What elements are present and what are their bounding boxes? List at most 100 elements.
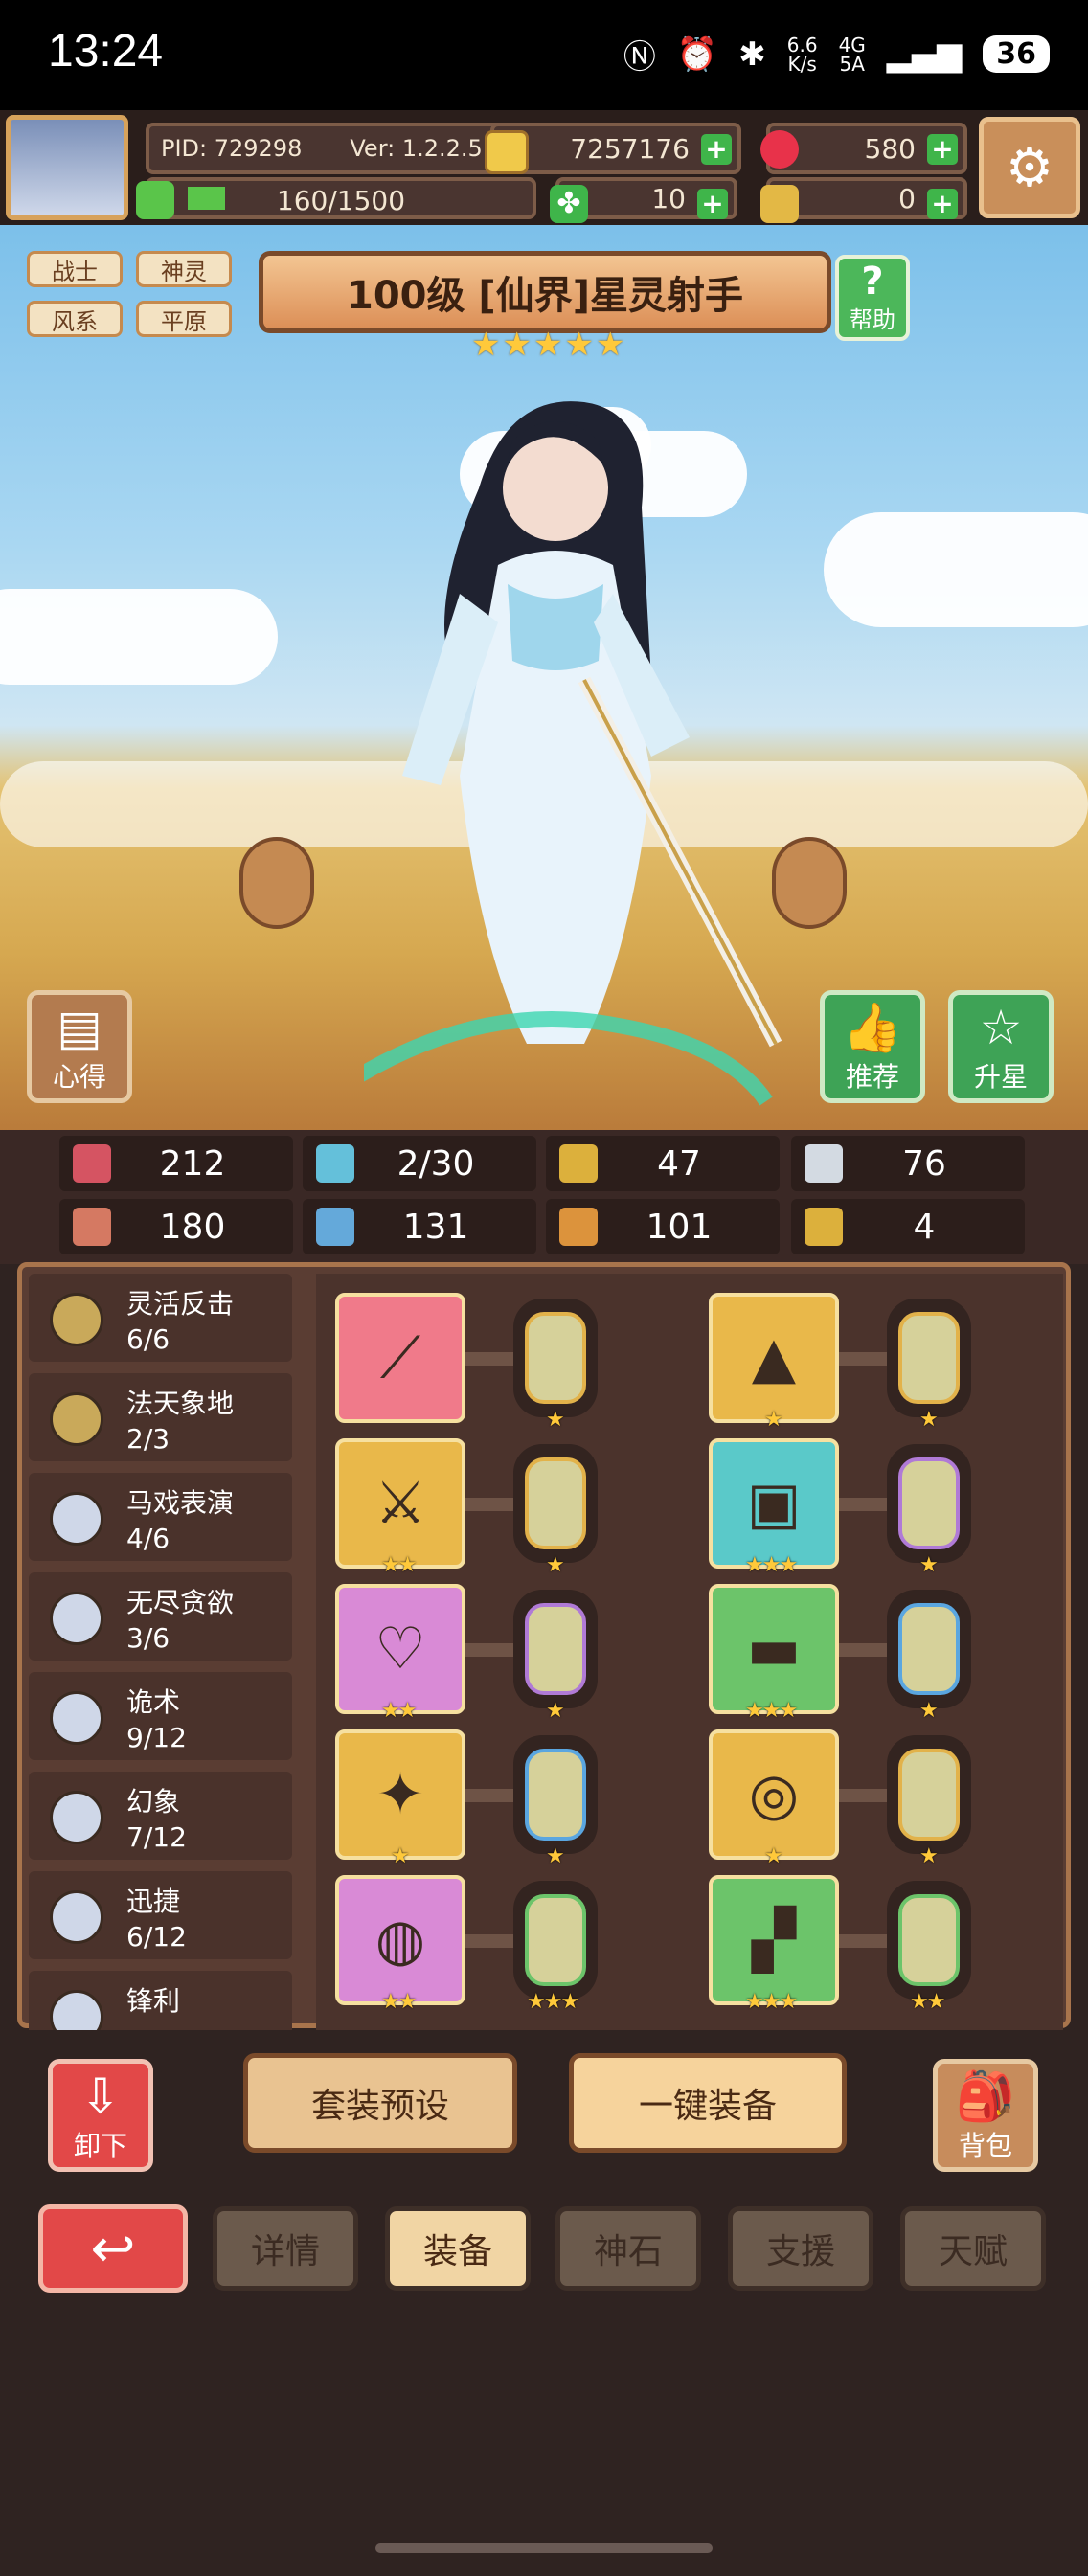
gem-socket[interactable] bbox=[887, 1299, 971, 1417]
help-button[interactable]: ? 帮助 bbox=[835, 255, 910, 341]
skill-row[interactable]: 无尽贪欲 3/6 bbox=[29, 1572, 292, 1661]
next-hero-button[interactable] bbox=[772, 837, 847, 929]
player-avatar[interactable] bbox=[6, 115, 128, 220]
skill-row[interactable]: 迅捷 6/12 bbox=[29, 1871, 292, 1959]
equipment-slot[interactable]: ◎ bbox=[709, 1729, 839, 1860]
gem-stone-icon bbox=[525, 1894, 586, 1986]
equipment-slot[interactable]: ⟋ bbox=[335, 1293, 465, 1423]
tab-4[interactable]: 天赋 bbox=[900, 2206, 1046, 2291]
equipment-stars: ★ bbox=[764, 1408, 783, 1432]
add-gold-button[interactable]: + bbox=[701, 134, 732, 165]
equipment-slot[interactable]: ⚔ bbox=[335, 1438, 465, 1569]
set-preset-button[interactable]: 套装预设 bbox=[243, 2053, 517, 2153]
skill-name: 无尽贪欲 bbox=[126, 1587, 235, 1618]
stat-cell: 180 bbox=[59, 1199, 293, 1254]
add-clover-button[interactable]: + bbox=[697, 189, 728, 219]
gem-socket[interactable] bbox=[513, 1444, 598, 1563]
key-icon bbox=[760, 185, 799, 223]
equipment-slot[interactable]: ▣ bbox=[709, 1438, 839, 1569]
skill-name: 马戏表演 bbox=[126, 1487, 235, 1519]
skill-row[interactable]: 幻象 7/12 bbox=[29, 1772, 292, 1860]
equipment-slot[interactable]: ♡ bbox=[335, 1584, 465, 1714]
bag-button[interactable]: 🎒 背包 bbox=[933, 2059, 1038, 2172]
tag-race[interactable]: 神灵 bbox=[136, 251, 232, 287]
gem-stone-icon bbox=[898, 1603, 960, 1695]
skill-name: 诡术 bbox=[126, 1686, 181, 1718]
heart-icon bbox=[73, 1144, 111, 1183]
equipment-slot[interactable]: ◍ bbox=[335, 1875, 465, 2005]
stat-value: 2/30 bbox=[397, 1143, 475, 1184]
star-up-label: 升星 bbox=[973, 1061, 1028, 1093]
recommend-button[interactable]: 👍 推荐 bbox=[820, 990, 925, 1103]
previous-hero-button[interactable] bbox=[239, 837, 314, 929]
gem-socket[interactable] bbox=[513, 1299, 598, 1417]
unequip-button[interactable]: ⇩ 卸下 bbox=[48, 2059, 153, 2172]
skill-row[interactable]: 诡术 9/12 bbox=[29, 1672, 292, 1760]
gem-stars: ★ bbox=[919, 1408, 939, 1432]
equipment-slot[interactable]: ▲ bbox=[709, 1293, 839, 1423]
experience-notes-button[interactable]: ▤ 心得 bbox=[27, 990, 132, 1103]
unequip-label: 卸下 bbox=[73, 2130, 127, 2161]
bluetooth-icon: ✱ bbox=[738, 34, 766, 74]
skill-row[interactable]: 灵活反击 6/6 bbox=[29, 1274, 292, 1362]
skill-count: 6/6 bbox=[126, 1323, 170, 1355]
tab-2[interactable]: 神石 bbox=[555, 2206, 701, 2291]
down-arrow-icon: ⇩ bbox=[80, 2068, 121, 2124]
clover-value: 10 bbox=[651, 182, 686, 215]
skill-row[interactable]: 马戏表演 4/6 bbox=[29, 1473, 292, 1561]
stat-value: 101 bbox=[646, 1207, 713, 1247]
one-key-equip-button[interactable]: 一键装备 bbox=[569, 2053, 847, 2153]
tag-terrain[interactable]: 平原 bbox=[136, 301, 232, 337]
tab-3[interactable]: 支援 bbox=[728, 2206, 873, 2291]
equipment-stars: ★★★ bbox=[745, 1990, 798, 2014]
equipment-slot[interactable]: ✦ bbox=[335, 1729, 465, 1860]
gem-socket[interactable] bbox=[887, 1881, 971, 2000]
bag-label: 背包 bbox=[958, 2130, 1012, 2161]
gold-counter: 7257176 + bbox=[485, 123, 741, 174]
star-icon: ★ bbox=[502, 326, 532, 364]
necklace-icon: ♡ bbox=[374, 1616, 426, 1683]
hero-title-banner: 100级 [仙界]星灵射手 bbox=[259, 251, 831, 333]
alarm-icon: ⏰ bbox=[676, 34, 718, 74]
skill-row[interactable]: 法天象地 2/3 bbox=[29, 1373, 292, 1461]
set-skill-list[interactable]: 灵活反击 6/6 法天象地 2/3 马戏表演 4/6 无尽贪欲 3/6 诡术 9/12 幻象 7/12… bbox=[29, 1274, 292, 2030]
gem-socket[interactable] bbox=[513, 1881, 598, 2000]
water-drop-icon bbox=[316, 1144, 354, 1183]
tab-1[interactable]: 装备 bbox=[385, 2206, 531, 2291]
add-gem-button[interactable]: + bbox=[927, 134, 958, 165]
settings-gear-button[interactable]: ⚙ bbox=[979, 117, 1080, 218]
tab-0[interactable]: 详情 bbox=[213, 2206, 358, 2291]
equipment-stars: ★★ bbox=[381, 1990, 417, 2014]
net-type: 4G 5A bbox=[838, 33, 866, 76]
tag-element[interactable]: 风系 bbox=[27, 301, 123, 337]
star-icon: ☆ bbox=[979, 1000, 1023, 1055]
skill-count: 6/12 bbox=[126, 1921, 187, 1953]
gem-socket[interactable] bbox=[887, 1590, 971, 1708]
gem-socket[interactable] bbox=[887, 1735, 971, 1854]
gem-stars: ★ bbox=[546, 1553, 565, 1577]
nfc-icon: Ⓝ bbox=[623, 38, 656, 77]
star-icon: ★ bbox=[564, 326, 594, 364]
cloud bbox=[824, 512, 1088, 627]
red-gem-icon bbox=[760, 130, 799, 169]
equipment-slot[interactable]: ▬ bbox=[709, 1584, 839, 1714]
gem-socket[interactable] bbox=[887, 1444, 971, 1563]
back-button[interactable]: ↩ bbox=[38, 2204, 188, 2293]
skill-row[interactable]: 锋利 bbox=[29, 1971, 292, 2030]
equipment-slot[interactable]: ▞ bbox=[709, 1875, 839, 2005]
skill-name: 灵活反击 bbox=[126, 1288, 235, 1320]
gem-stone-icon bbox=[525, 1312, 586, 1404]
star-up-button[interactable]: ☆ 升星 bbox=[948, 990, 1054, 1103]
skill-emblem-icon bbox=[50, 1293, 103, 1346]
tag-class[interactable]: 战士 bbox=[27, 251, 123, 287]
home-indicator[interactable] bbox=[375, 2543, 713, 2553]
backpack-icon: 🎒 bbox=[955, 2068, 1016, 2124]
gem-counter: 580 + bbox=[760, 123, 967, 174]
stat-value: 47 bbox=[657, 1143, 701, 1184]
skill-emblem-icon bbox=[50, 1890, 103, 1944]
gem-socket[interactable] bbox=[513, 1590, 598, 1708]
gem-socket[interactable] bbox=[513, 1735, 598, 1854]
key-value: 0 bbox=[898, 182, 916, 215]
add-key-button[interactable]: + bbox=[927, 189, 958, 219]
skill-emblem-icon bbox=[50, 1392, 103, 1446]
